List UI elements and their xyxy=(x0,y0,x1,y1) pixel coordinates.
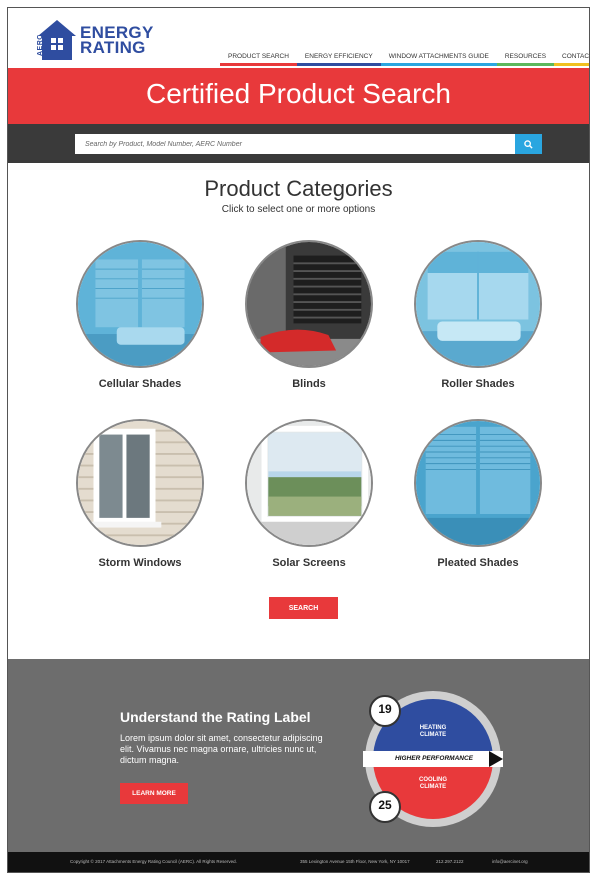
search-button[interactable] xyxy=(515,134,542,154)
storm-windows-image xyxy=(76,419,204,547)
header: AERC ENERGY RATING PRODUCT SEARCH ENERGY… xyxy=(8,8,589,68)
categories-subtitle: Click to select one or more options xyxy=(221,204,376,215)
category-label: Solar Screens xyxy=(272,557,346,569)
rating-body: Lorem ipsum dolor sit amet, consectetur … xyxy=(120,733,323,765)
heating-label: HEATING CLIMATE xyxy=(419,725,447,738)
roller-shades-image xyxy=(414,240,542,368)
category-label: Storm Windows xyxy=(98,557,182,569)
category-label: Blinds xyxy=(292,378,326,390)
search-input[interactable] xyxy=(75,134,515,154)
footer-copyright: Copyright © 2017 Attachments Energy Rati… xyxy=(70,859,237,864)
rating-label-section: Understand the Rating Label Lorem ipsum … xyxy=(8,659,589,852)
page-title: Certified Product Search xyxy=(145,78,452,109)
rating-heading: Understand the Rating Label xyxy=(120,709,311,725)
categories-title: Product Categories xyxy=(204,176,393,201)
performance-band-label: HIGHER PERFORMANCE xyxy=(394,755,473,762)
nav-item-contact[interactable]: CONTACT xyxy=(554,50,589,66)
category-label: Roller Shades xyxy=(441,378,515,390)
learn-more-button[interactable]: LEARN MORE xyxy=(120,783,188,804)
nav-item-window-attachments-guide[interactable]: WINDOW ATTACHMENTS GUIDE xyxy=(380,50,497,66)
footer-phone[interactable]: 212.297.2122 xyxy=(436,859,464,864)
main-nav: PRODUCT SEARCH ENERGY EFFICIENCY WINDOW … xyxy=(220,50,589,68)
nav-item-energy-efficiency[interactable]: ENERGY EFFICIENCY xyxy=(296,50,381,66)
nav-item-product-search[interactable]: PRODUCT SEARCH xyxy=(220,50,297,66)
logo-side-text: AERC xyxy=(37,34,44,56)
cooling-label: COOLING CLIMATE xyxy=(419,777,447,790)
cellular-shades-image xyxy=(76,240,204,368)
solar-screens-image xyxy=(245,419,373,547)
cooling-value: 25 xyxy=(378,798,392,812)
footer-address: 355 Lexington Avenue 15th Floor, New Yor… xyxy=(300,859,410,864)
footer-email[interactable]: info@aercinet.org xyxy=(492,859,528,864)
nav-item-resources[interactable]: RESOURCES xyxy=(496,50,555,66)
category-label: Pleated Shades xyxy=(437,557,519,569)
blinds-image xyxy=(245,240,373,368)
category-search-button[interactable]: SEARCH xyxy=(269,597,338,619)
pleated-shades-image xyxy=(414,419,542,547)
heating-value: 19 xyxy=(378,702,392,716)
page: AERC ENERGY RATING PRODUCT SEARCH ENERGY… xyxy=(7,7,590,873)
search-icon xyxy=(524,140,533,149)
rating-label-graphic: 19 25 HEATING CLIMATE COOLING CLIMATE HI… xyxy=(363,689,503,829)
search-bar xyxy=(8,124,589,163)
hero-banner: Certified Product Search xyxy=(8,68,589,124)
logo[interactable]: AERC ENERGY RATING xyxy=(36,18,153,62)
footer: Copyright © 2017 Attachments Energy Rati… xyxy=(8,852,589,872)
logo-line2: RATING xyxy=(80,38,146,57)
category-label: Cellular Shades xyxy=(98,378,182,390)
